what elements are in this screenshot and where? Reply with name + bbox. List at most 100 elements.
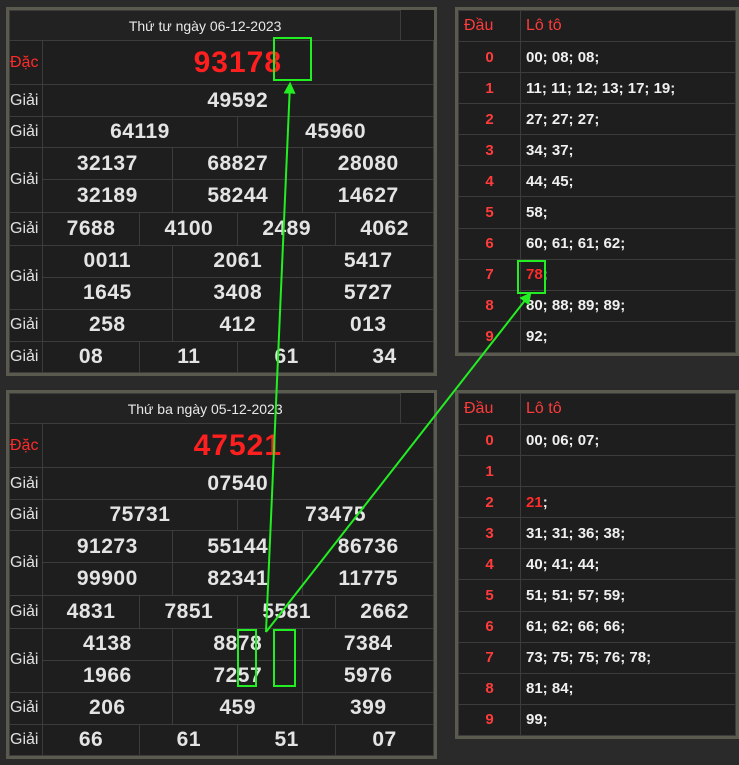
label-sixth-prize: Giải sáu <box>9 691 43 725</box>
third-prize-number: 68827 <box>172 147 304 181</box>
sixth-prize-number: 013 <box>302 308 434 342</box>
loto-tail-values: 73; 75; 75; 76; 78; <box>520 641 736 674</box>
results-panel-bottom: Thứ ba ngày 05-12-2023 Đặc biệt47521 Giả… <box>6 390 437 759</box>
sixth-prize-number: 459 <box>172 691 304 725</box>
third-prize-number: 11775 <box>302 562 434 596</box>
third-prize-number: 82341 <box>172 562 304 596</box>
loto-head-digit: 6 <box>458 227 521 260</box>
loto-tail-values <box>520 455 736 488</box>
loto-tail-values: 60; 61; 61; 62; <box>520 227 736 260</box>
results-panel-top: Thứ tư ngày 06-12-2023 Đặc biệt93178 Giả… <box>6 7 437 376</box>
loto-head-digit: 2 <box>458 103 521 136</box>
fourth-prize-number: 7688 <box>41 211 141 246</box>
loto-special-tail: 78 <box>526 266 543 284</box>
sixth-prize-number: 206 <box>41 691 174 725</box>
fifth-prize-number: 4138 <box>41 627 174 661</box>
fifth-prize-number: 1966 <box>41 659 174 693</box>
loto-head-digit: 1 <box>458 455 521 488</box>
loto-head-digit: 2 <box>458 486 521 519</box>
second-prize-number: 75731 <box>41 499 239 532</box>
loto-tail-values: 44; 45; <box>520 165 736 198</box>
loto-tail-values: 81; 84; <box>520 672 736 705</box>
fifth-prize-number: 0011 <box>41 244 174 278</box>
label-fourth-prize: Giải tư <box>9 211 43 246</box>
fourth-prize-number: 7851 <box>139 594 239 629</box>
loto-head-column: Đầu <box>458 10 521 42</box>
loto-tail-values: 78; <box>520 258 736 291</box>
fifth-prize-number: 1645 <box>41 276 174 310</box>
fourth-prize-number: 4100 <box>139 211 239 246</box>
third-prize-number: 14627 <box>302 179 434 213</box>
third-prize-number: 91273 <box>41 530 174 564</box>
loto-head-digit: 6 <box>458 610 521 643</box>
first-prize-number: 49592 <box>41 84 435 118</box>
results-date-title: Thứ ba ngày 05-12-2023 <box>8 392 402 425</box>
seventh-prize-number: 51 <box>237 723 337 757</box>
loto-panel-top: Đầu Lô tô 0 00; 08; 08; 1 11; 11; 12; 13; 1… <box>455 7 739 356</box>
loto-tail-values: 92; <box>520 320 736 354</box>
fourth-prize-number: 4062 <box>335 211 434 246</box>
label-fifth-prize: Giải năm <box>9 627 43 693</box>
second-prize-number: 73475 <box>237 499 434 532</box>
label-seventh-prize: Giải bảy <box>9 723 43 757</box>
sixth-prize-number: 399 <box>302 691 434 725</box>
loto-head-digit: 5 <box>458 196 521 229</box>
loto-tail-values: 51; 51; 57; 59; <box>520 579 736 612</box>
loto-tail-values: 61; 62; 66; 66; <box>520 610 736 643</box>
label-third-prize: Giải ba <box>9 147 43 213</box>
loto-tail-suffix: ; <box>542 266 548 284</box>
loto-head-digit: 0 <box>458 40 521 74</box>
seventh-prize-number: 34 <box>335 340 434 374</box>
loto-head-digit: 4 <box>458 165 521 198</box>
second-prize-number: 45960 <box>237 116 434 149</box>
loto-tail-values: 34; 37; <box>520 134 736 167</box>
third-prize-number: 55144 <box>172 530 304 564</box>
fifth-prize-number: 8878 <box>172 627 304 661</box>
loto-tail-values: 31; 31; 36; 38; <box>520 517 736 550</box>
fifth-prize-number: 3408 <box>172 276 304 310</box>
seventh-prize-number: 66 <box>41 723 141 757</box>
fourth-prize-number: 4831 <box>41 594 141 629</box>
loto-tail-values: 21; <box>520 486 736 519</box>
label-seventh-prize: Giải bảy <box>9 340 43 374</box>
loto-head-digit: 4 <box>458 548 521 581</box>
loto-special-tail: 21 <box>526 493 543 511</box>
loto-head-digit: 8 <box>458 289 521 322</box>
sixth-prize-number: 258 <box>41 308 174 342</box>
loto-head-digit: 5 <box>458 579 521 612</box>
loto-tail-values: 80; 88; 89; 89; <box>520 289 736 322</box>
loto-tail-column: Lô tô <box>520 10 736 42</box>
fifth-prize-number: 2061 <box>172 244 304 278</box>
fourth-prize-number: 2489 <box>237 211 337 246</box>
loto-tail-values: 11; 11; 12; 13; 17; 19; <box>520 72 736 105</box>
loto-head-digit: 0 <box>458 423 521 457</box>
fifth-prize-number: 7384 <box>302 627 434 661</box>
seventh-prize-number: 07 <box>335 723 434 757</box>
third-prize-number: 28080 <box>302 147 434 181</box>
seventh-prize-number: 08 <box>41 340 141 374</box>
fifth-prize-number: 7257 <box>172 659 304 693</box>
loto-head-digit: 3 <box>458 517 521 550</box>
loto-head-digit: 1 <box>458 72 521 105</box>
loto-head-column: Đầu <box>458 393 521 425</box>
loto-head-digit: 3 <box>458 134 521 167</box>
loto-tail-values: 40; 41; 44; <box>520 548 736 581</box>
loto-head-digit: 8 <box>458 672 521 705</box>
label-first-prize: Giải nhất <box>9 84 43 118</box>
third-prize-number: 32137 <box>41 147 174 181</box>
loto-tail-column: Lô tô <box>520 393 736 425</box>
label-special-prize: Đặc biệt <box>9 40 43 86</box>
seventh-prize-number: 11 <box>139 340 239 374</box>
label-fifth-prize: Giải năm <box>9 244 43 310</box>
fifth-prize-number: 5727 <box>302 276 434 310</box>
fourth-prize-number: 2662 <box>335 594 434 629</box>
label-first-prize: Giải nhất <box>9 467 43 501</box>
third-prize-number: 99900 <box>41 562 174 596</box>
sixth-prize-number: 412 <box>172 308 304 342</box>
loto-tail-values: 27; 27; 27; <box>520 103 736 136</box>
seventh-prize-number: 61 <box>237 340 337 374</box>
loto-head-digit: 9 <box>458 703 521 737</box>
label-special-prize: Đặc biệt <box>9 423 43 469</box>
fourth-prize-number: 5581 <box>237 594 337 629</box>
third-prize-number: 32189 <box>41 179 174 213</box>
